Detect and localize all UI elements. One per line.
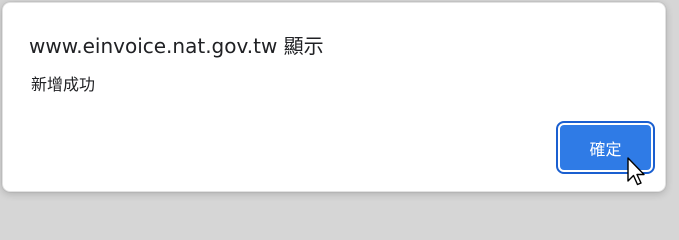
dialog-message: 新增成功 [31,75,96,94]
dialog-title: www.einvoice.nat.gov.tw 顯示 [29,34,324,58]
ok-button[interactable]: 確定 [556,121,655,174]
alert-dialog: www.einvoice.nat.gov.tw 顯示 新增成功 確定 [2,2,666,192]
